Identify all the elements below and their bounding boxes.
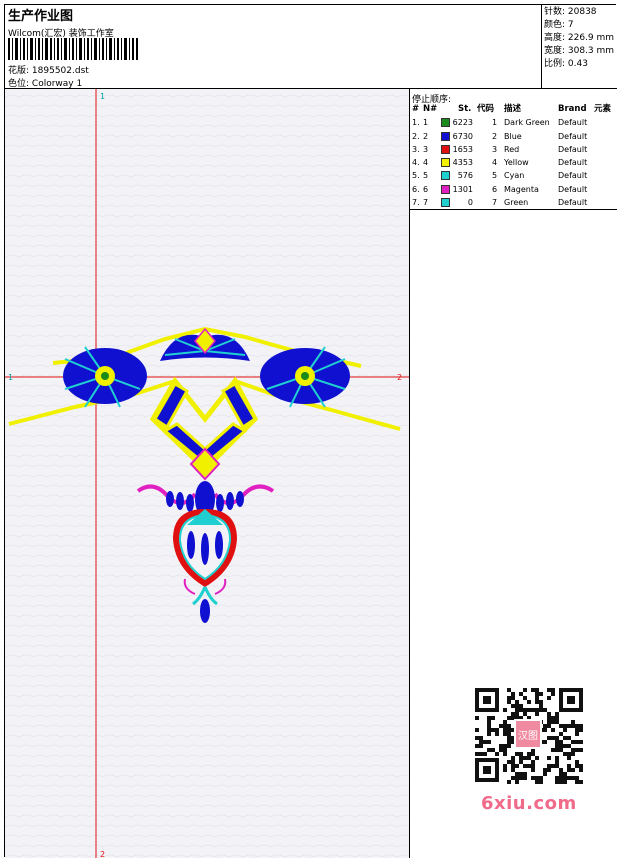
design-file-label: 花版: xyxy=(8,66,30,76)
row-num: 1. xyxy=(412,118,420,128)
row-desc: Dark Green xyxy=(504,118,550,128)
row-desc: Yellow xyxy=(504,158,529,168)
row-desc: Green xyxy=(504,198,529,208)
table-row: 6. 6 1301 6 Magenta Default xyxy=(410,183,617,196)
color-count: 颜色: 7 xyxy=(544,20,574,30)
design-canvas: 1 2 1 2 xyxy=(5,89,409,859)
row-num: 6. xyxy=(412,184,420,194)
watermark: 6xiu.com xyxy=(481,793,577,814)
row-code: 1 xyxy=(492,118,498,128)
col-desc: 描述 xyxy=(504,104,522,114)
row-code: 3 xyxy=(492,144,498,154)
row-no: 2 xyxy=(423,131,429,141)
row-desc: Blue xyxy=(504,131,522,141)
row-num: 7. xyxy=(412,198,420,208)
row-num: 2. xyxy=(412,131,420,141)
stop-sequence-table: # N# St. 代码 描述 Brand 元素 1. 1 6223 1 Dark Gre… xyxy=(410,103,617,211)
row-code: 2 xyxy=(492,131,498,141)
table-header-row: # N# St. 代码 描述 Brand 元素 xyxy=(410,103,617,116)
design-height: 高度: 226.9 mm xyxy=(544,33,615,43)
row-num: 4. xyxy=(412,158,420,168)
colorway-row: 色位: Colorway 1 xyxy=(8,76,82,89)
page-title: 生产作业图 xyxy=(8,9,74,24)
row-no: 4 xyxy=(423,158,429,168)
row-desc: Red xyxy=(504,144,520,154)
col-st: St. xyxy=(458,104,472,114)
row-no: 5 xyxy=(423,171,429,181)
row-brand: Default xyxy=(558,144,588,154)
barcode-icon xyxy=(8,38,138,60)
colorway-value: Colorway 1 xyxy=(31,79,83,89)
colorway-label: 色位: xyxy=(8,79,30,89)
table-row: 2. 2 6730 2 Blue Default xyxy=(410,130,617,143)
row-no: 7 xyxy=(423,198,429,208)
design-file-value: 1895502.dst xyxy=(31,66,89,76)
row-desc: Cyan xyxy=(504,171,525,181)
row-code: 6 xyxy=(492,184,498,194)
color-swatch xyxy=(441,171,450,181)
row-desc: Magenta xyxy=(504,184,539,194)
color-swatch xyxy=(441,198,450,208)
color-swatch xyxy=(441,131,450,141)
design-file-row: 花版: 1895502.dst xyxy=(8,63,89,76)
col-code: 代码 xyxy=(477,104,495,114)
qr-center-logo: 汉图 xyxy=(518,730,538,742)
row-num: 3. xyxy=(412,144,420,154)
row-code: 5 xyxy=(492,171,498,181)
row-no: 1 xyxy=(423,118,429,128)
design-stats: 针数: 20838 颜色: 7 高度: 226.9 mm 宽度: 308.3 m… xyxy=(542,5,617,89)
design-width: 宽度: 308.3 mm xyxy=(544,46,615,56)
embroidery-preview: 1 2 1 2 xyxy=(5,89,409,859)
row-brand: Default xyxy=(558,171,588,181)
axis-label-top: 1 xyxy=(100,92,105,101)
row-brand: Default xyxy=(558,131,588,141)
table-row: 3. 3 1653 3 Red Default xyxy=(410,143,617,156)
row-brand: Default xyxy=(558,198,588,208)
col-brand: Brand xyxy=(558,104,587,114)
stitch-count: 针数: 20838 xyxy=(544,7,597,17)
axis-label-bottom: 2 xyxy=(100,850,105,858)
sheet-header: 生产作业图 Wilcom(汇宏) 装饰工作室 花版: 1895502.dst 色… xyxy=(5,5,542,89)
col-no: N# xyxy=(423,104,438,114)
row-no: 6 xyxy=(423,184,429,194)
color-swatch xyxy=(441,158,450,168)
axis-label-left: 1 xyxy=(8,373,13,382)
color-swatch xyxy=(441,184,450,194)
row-code: 7 xyxy=(492,198,498,208)
row-num: 5. xyxy=(412,171,420,181)
color-swatch xyxy=(441,144,450,154)
color-swatch xyxy=(441,118,450,128)
row-brand: Default xyxy=(558,118,588,128)
production-sheet: 生产作业图 Wilcom(汇宏) 装饰工作室 花版: 1895502.dst 色… xyxy=(4,4,617,859)
table-row: 4. 4 4353 4 Yellow Default xyxy=(410,156,617,169)
design-scale: 比例: 0.43 xyxy=(544,59,588,69)
table-row: 7. 7 0 7 Green Default xyxy=(410,196,617,209)
col-num: # xyxy=(412,104,420,114)
table-row: 5. 5 576 5 Cyan Default xyxy=(410,169,617,182)
row-no: 3 xyxy=(423,144,429,154)
row-brand: Default xyxy=(558,158,588,168)
col-element: 元素 xyxy=(594,104,612,114)
row-code: 4 xyxy=(492,158,498,168)
row-brand: Default xyxy=(558,184,588,194)
qr-code-icon: 汉图 xyxy=(471,684,587,786)
axis-label-right: 2 xyxy=(397,373,402,382)
table-row: 1. 1 6223 1 Dark Green Default xyxy=(410,116,617,129)
